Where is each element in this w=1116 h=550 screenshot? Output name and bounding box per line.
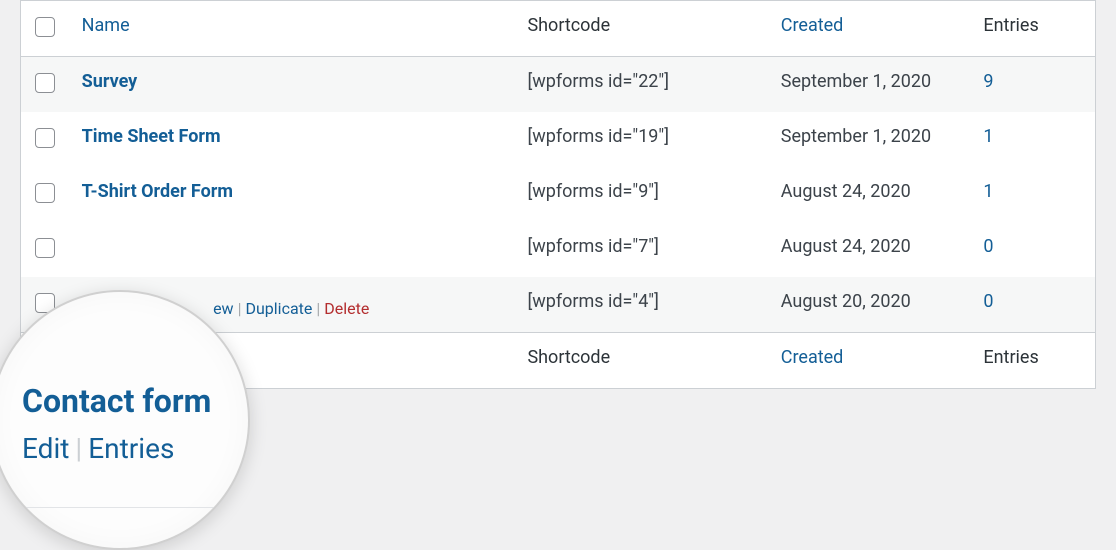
action-separator: | bbox=[234, 299, 246, 318]
shortcode-value: [wpforms id="7"] bbox=[517, 222, 770, 277]
entries-count-link[interactable]: 9 bbox=[983, 71, 993, 92]
table-body: Survey [wpforms id="22"] September 1, 20… bbox=[21, 57, 1095, 333]
magnifier-overlay: Contact form Edit|Entries bbox=[0, 290, 250, 550]
form-name-link[interactable]: T-Shirt Order Form bbox=[82, 181, 233, 202]
magnified-form-name[interactable]: Contact form bbox=[22, 382, 250, 420]
preview-action[interactable]: ew bbox=[213, 299, 234, 318]
header-checkbox-cell bbox=[21, 1, 72, 57]
delete-action[interactable]: Delete bbox=[324, 299, 369, 318]
shortcode-value: [wpforms id="9"] bbox=[517, 167, 770, 222]
shortcode-value: [wpforms id="22"] bbox=[517, 57, 770, 113]
sort-created-link-footer[interactable]: Created bbox=[781, 347, 844, 368]
row-checkbox[interactable] bbox=[35, 183, 55, 203]
header-created: Created bbox=[771, 1, 974, 57]
created-value: August 24, 2020 bbox=[771, 167, 974, 222]
duplicate-action[interactable]: Duplicate bbox=[245, 299, 312, 318]
created-value: September 1, 2020 bbox=[771, 57, 974, 113]
table-row: Survey [wpforms id="22"] September 1, 20… bbox=[21, 57, 1095, 113]
form-name-link[interactable]: Time Sheet Form bbox=[82, 126, 221, 147]
magnifier-content: Contact form Edit|Entries bbox=[22, 382, 250, 465]
entries-count-link[interactable]: 0 bbox=[983, 236, 993, 257]
sort-created-link[interactable]: Created bbox=[781, 15, 844, 36]
footer-created: Created bbox=[771, 333, 974, 389]
header-shortcode: Shortcode bbox=[517, 1, 770, 57]
created-value: August 20, 2020 bbox=[771, 277, 974, 333]
header-name: Name bbox=[72, 1, 518, 57]
shortcode-value: [wpforms id="19"] bbox=[517, 112, 770, 167]
select-all-checkbox[interactable] bbox=[35, 17, 55, 37]
magnified-entries-action[interactable]: Entries bbox=[88, 432, 174, 465]
header-row: Name Shortcode Created Entries bbox=[21, 1, 1095, 57]
footer-shortcode: Shortcode bbox=[517, 333, 770, 389]
sort-name-link[interactable]: Name bbox=[82, 15, 130, 36]
magnified-separator: | bbox=[69, 432, 88, 465]
action-separator: | bbox=[312, 299, 324, 318]
magnifier-divider bbox=[0, 507, 248, 508]
row-checkbox[interactable] bbox=[35, 128, 55, 148]
created-value: August 24, 2020 bbox=[771, 222, 974, 277]
shortcode-value: [wpforms id="4"] bbox=[517, 277, 770, 333]
entries-count-link[interactable]: 0 bbox=[983, 291, 993, 312]
header-entries: Entries bbox=[973, 1, 1095, 57]
form-name-link[interactable]: Survey bbox=[82, 71, 138, 92]
created-value: September 1, 2020 bbox=[771, 112, 974, 167]
magnified-row-actions: Edit|Entries bbox=[22, 432, 250, 465]
entries-count-link[interactable]: 1 bbox=[983, 181, 993, 202]
table-row: [wpforms id="7"] August 24, 2020 0 bbox=[21, 222, 1095, 277]
table-row: Time Sheet Form [wpforms id="19"] Septem… bbox=[21, 112, 1095, 167]
row-checkbox[interactable] bbox=[35, 238, 55, 258]
row-checkbox[interactable] bbox=[35, 73, 55, 93]
footer-entries: Entries bbox=[973, 333, 1095, 389]
magnified-edit-action[interactable]: Edit bbox=[22, 432, 69, 465]
entries-count-link[interactable]: 1 bbox=[983, 126, 993, 147]
table-row: T-Shirt Order Form [wpforms id="9"] Augu… bbox=[21, 167, 1095, 222]
